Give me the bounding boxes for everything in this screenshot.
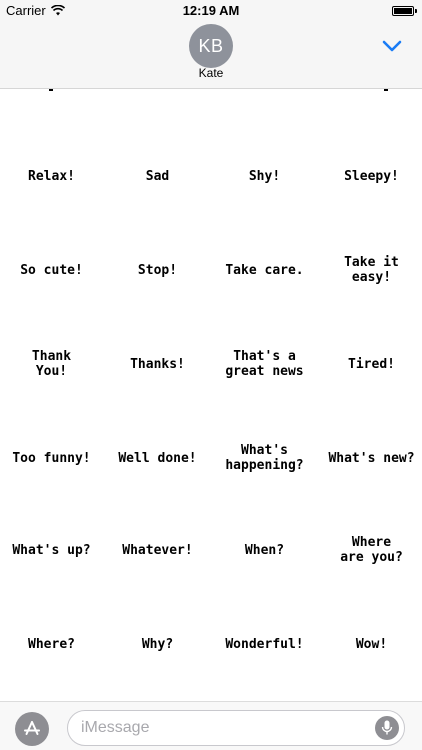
sticker-item[interactable]: Sad	[105, 156, 210, 196]
sticker-item[interactable]: When?	[212, 530, 317, 570]
sticker-item[interactable]: What's happening?	[212, 438, 317, 478]
sticker-item[interactable]: Take care.	[212, 250, 317, 290]
sticker-item[interactable]: Wow!	[319, 624, 422, 664]
sticker-item[interactable]: Wonderful!	[212, 624, 317, 664]
sticker-item[interactable]: Sleepy!	[319, 156, 422, 196]
contact-name[interactable]: Kate	[0, 66, 422, 80]
sticker-item[interactable]: That's a great news	[212, 344, 317, 384]
sticker-item[interactable]: What's new?	[319, 438, 422, 478]
message-input[interactable]	[67, 710, 405, 746]
sticker-item[interactable]: Whatever!	[105, 530, 210, 570]
sticker-item[interactable]: Well done!	[105, 438, 210, 478]
sticker-item[interactable]: Take it easy!	[319, 250, 422, 290]
sticker-item[interactable]: Where?	[0, 624, 104, 664]
sticker-item[interactable]: Relax!	[0, 156, 104, 196]
sticker-grid[interactable]: Relax! Sad Shy! Sleepy! So cute! Stop! Take ca…	[0, 89, 422, 701]
partial-sticker-fragment	[384, 89, 388, 91]
sticker-item[interactable]: Where are you?	[319, 530, 422, 570]
app-store-icon	[24, 721, 40, 735]
status-time: 12:19 AM	[182, 3, 240, 18]
chevron-down-icon[interactable]	[380, 34, 404, 58]
battery-icon	[392, 6, 417, 16]
sticker-item[interactable]: So cute!	[0, 250, 104, 290]
sticker-item[interactable]: Why?	[105, 624, 210, 664]
sticker-item[interactable]: Too funny!	[0, 438, 104, 478]
partial-sticker-fragment	[49, 89, 53, 91]
app-store-button[interactable]	[15, 712, 49, 746]
microphone-icon	[381, 720, 393, 735]
avatar[interactable]: KB	[189, 24, 233, 68]
sticker-item[interactable]: Shy!	[212, 156, 317, 196]
sticker-item[interactable]: Thanks!	[105, 344, 210, 384]
microphone-button[interactable]	[375, 716, 399, 740]
conversation-header: KB Kate	[0, 22, 422, 89]
sticker-item[interactable]: Thank You!	[0, 344, 104, 384]
sticker-item[interactable]: What's up?	[0, 530, 104, 570]
sticker-item[interactable]: Tired!	[319, 344, 422, 384]
sticker-item[interactable]: Stop!	[105, 250, 210, 290]
status-bar: Carrier 12:19 AM	[0, 0, 422, 22]
compose-bar	[0, 701, 422, 750]
